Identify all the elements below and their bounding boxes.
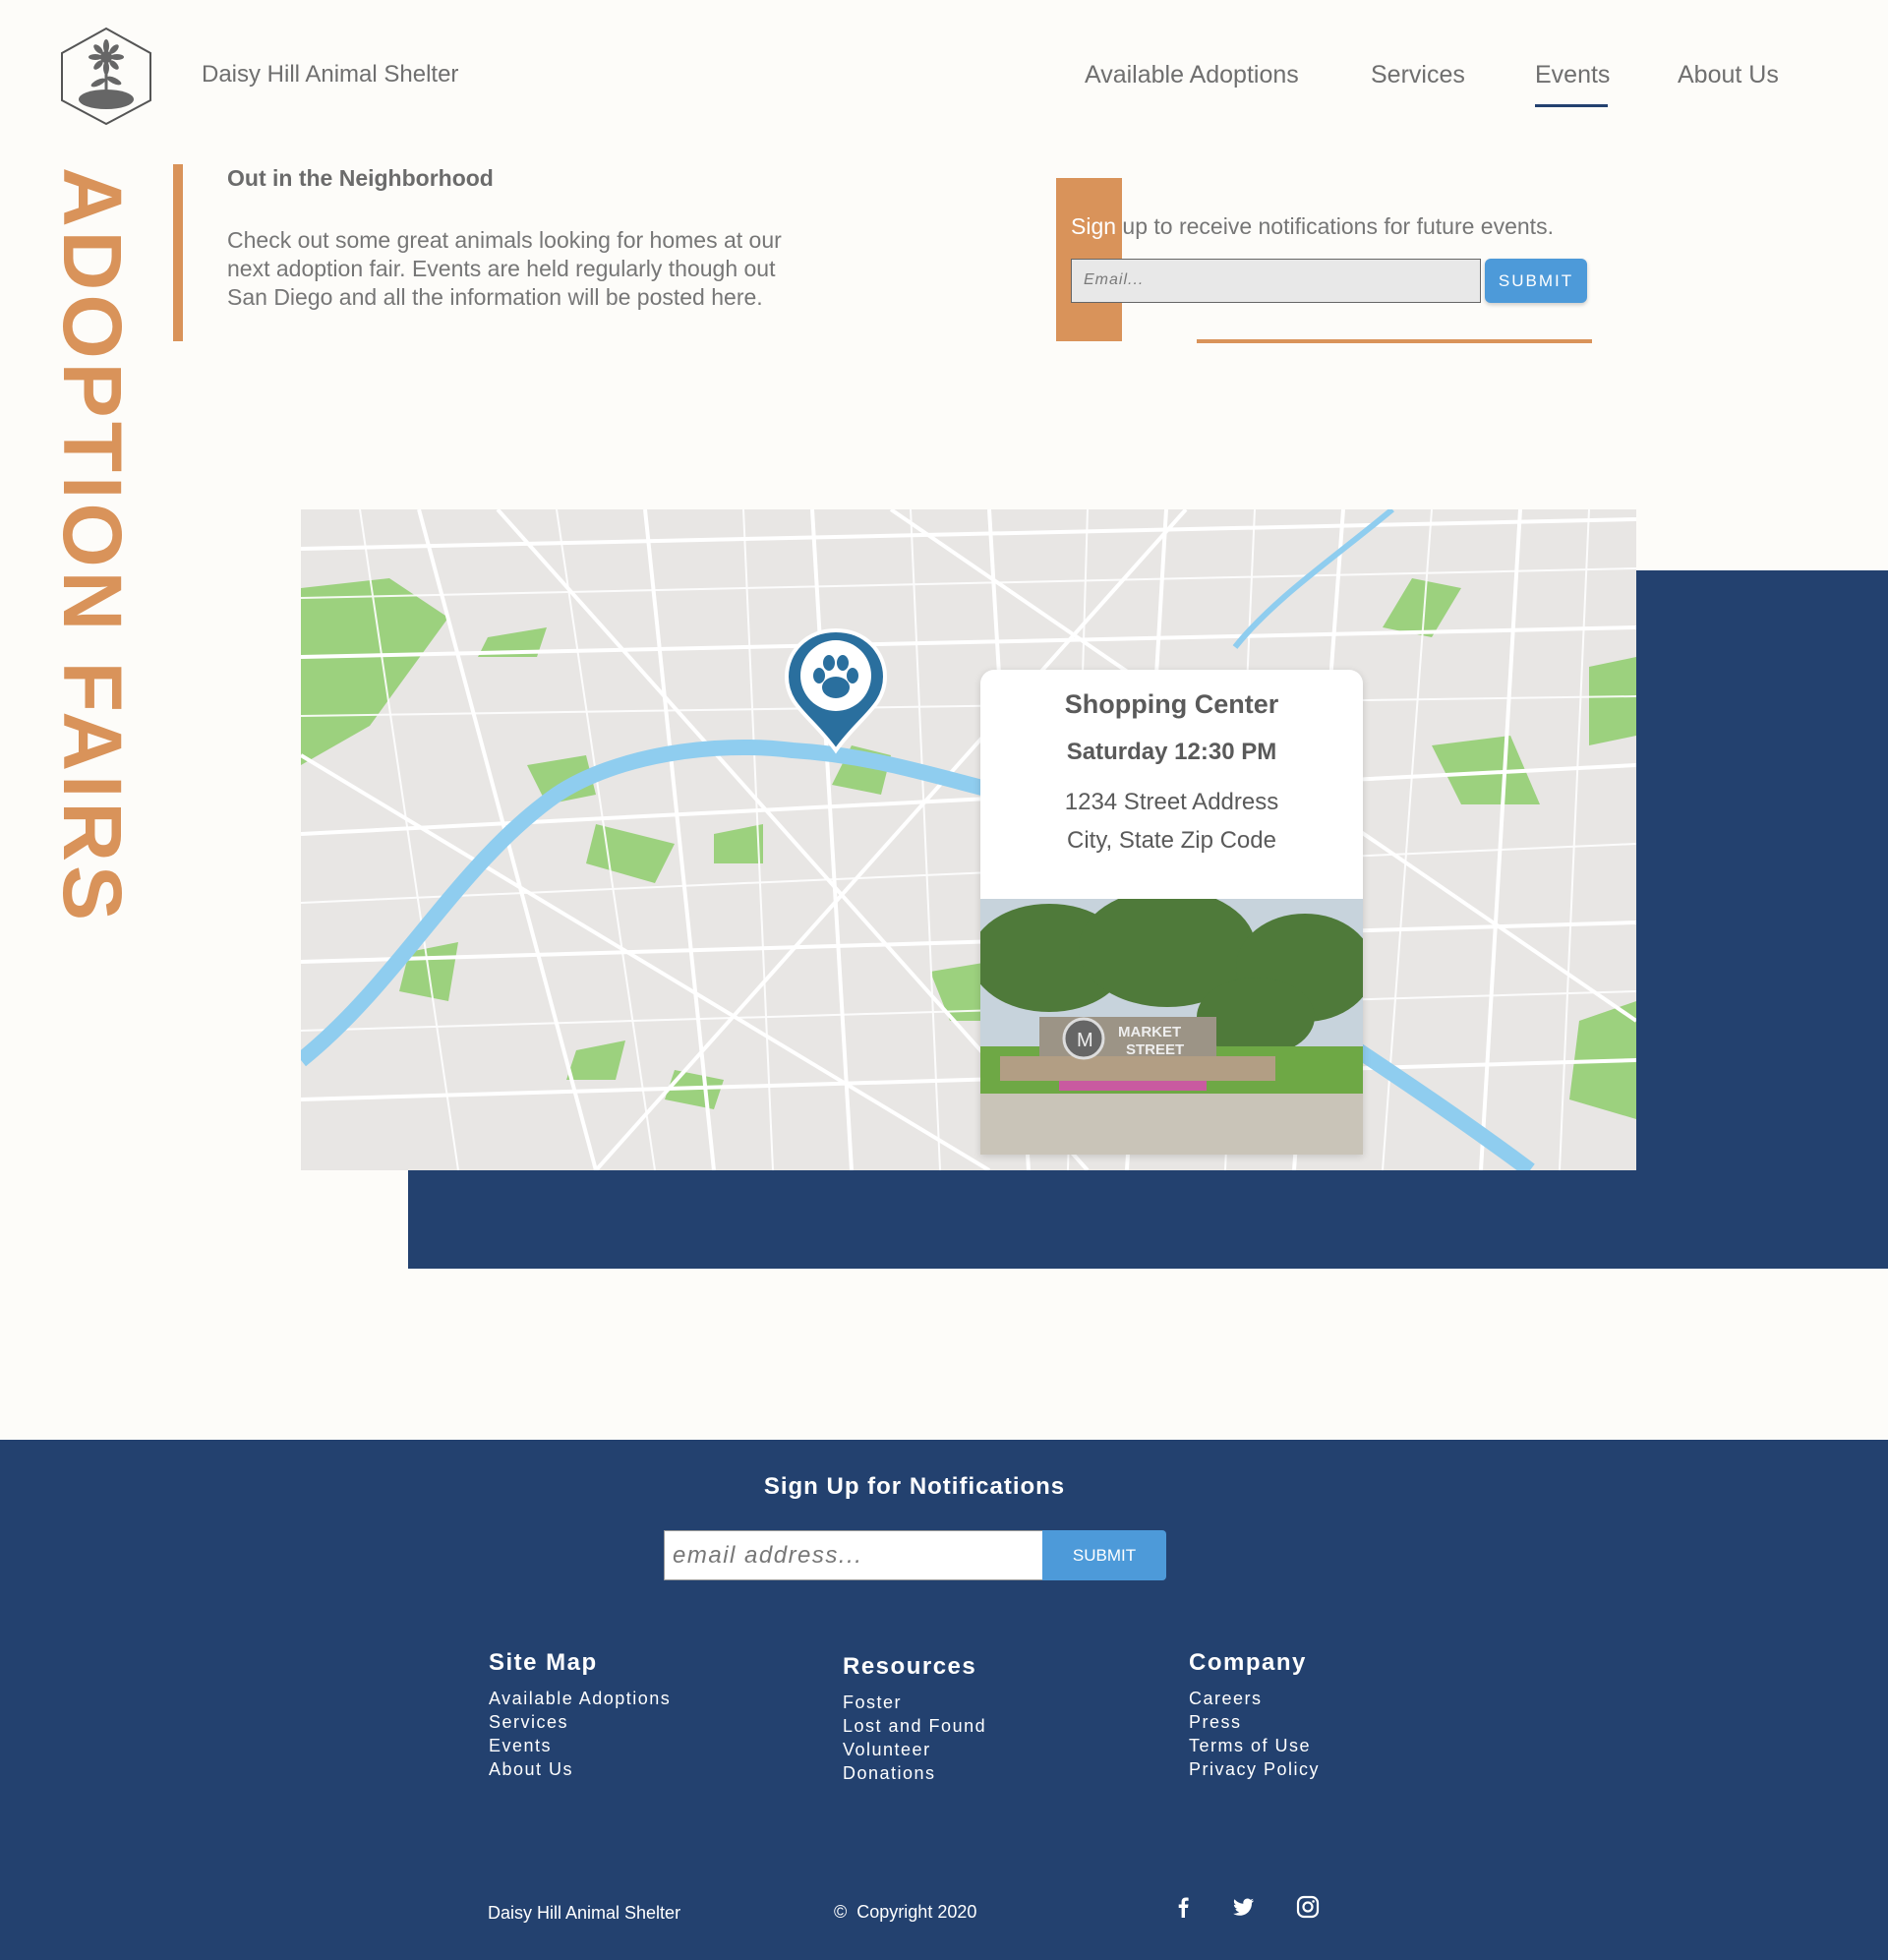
svg-text:M: M	[1077, 1030, 1093, 1051]
nav-about-us[interactable]: About Us	[1678, 61, 1779, 89]
signup-submit-button[interactable]: SUBMIT	[1485, 259, 1587, 303]
footer-link-terms-of-use[interactable]: Terms of Use	[1189, 1734, 1320, 1757]
footer-col-company: Company Careers Press Terms of Use Priva…	[1189, 1649, 1320, 1781]
footer-link-donations[interactable]: Donations	[843, 1761, 986, 1785]
signup-underline	[1197, 339, 1592, 343]
footer-email-input[interactable]: email address...	[664, 1530, 1043, 1580]
nav-events[interactable]: Events	[1535, 61, 1610, 89]
footer-link-privacy-policy[interactable]: Privacy Policy	[1189, 1757, 1320, 1781]
intro-text: Check out some great animals looking for…	[227, 227, 782, 310]
instagram-icon[interactable]	[1295, 1894, 1321, 1920]
footer-link-available-adoptions[interactable]: Available Adoptions	[489, 1687, 671, 1710]
brand-name[interactable]: Daisy Hill Animal Shelter	[202, 61, 458, 89]
footer-brand: Daisy Hill Animal Shelter	[488, 1903, 681, 1923]
nav-available-adoptions[interactable]: Available Adoptions	[1085, 61, 1299, 89]
footer-col-sitemap: Site Map Available Adoptions Services Ev…	[489, 1649, 671, 1781]
event-time: Saturday 12:30 PM	[1066, 739, 1277, 765]
signup-prompt: Sign up to receive notifications for fut…	[1071, 213, 1554, 239]
twitter-icon[interactable]	[1230, 1894, 1256, 1920]
svg-text:STREET: STREET	[1126, 1041, 1184, 1058]
shelter-logo[interactable]	[57, 26, 155, 126]
footer-link-press[interactable]: Press	[1189, 1710, 1320, 1734]
footer-link-foster[interactable]: Foster	[843, 1691, 986, 1714]
facebook-icon[interactable]	[1170, 1894, 1196, 1920]
nav-active-indicator	[1535, 104, 1608, 107]
footer-link-events[interactable]: Events	[489, 1734, 671, 1757]
svg-text:MARKET: MARKET	[1118, 1024, 1181, 1040]
event-address-line1: 1234 Street Address	[1064, 789, 1279, 815]
event-address-line2: City, State Zip Code	[1067, 827, 1276, 854]
footer-col-heading: Site Map	[489, 1649, 598, 1676]
footer-link-services[interactable]: Services	[489, 1710, 671, 1734]
footer-submit-button[interactable]: SUBMIT	[1042, 1530, 1166, 1580]
footer-link-about-us[interactable]: About Us	[489, 1757, 671, 1781]
event-location-photo: M MARKET STREET	[980, 889, 1363, 1155]
footer-col-heading: Company	[1189, 1649, 1307, 1676]
footer-signup-title: Sign Up for Notifications	[763, 1473, 1066, 1500]
event-card[interactable]: Shopping Center Saturday 12:30 PM 1234 S…	[980, 670, 1363, 1155]
signup-email-input[interactable]: Email...	[1071, 259, 1481, 303]
intro-title: Out in the Neighborhood	[227, 165, 494, 191]
accent-bar	[173, 164, 183, 341]
event-location-title: Shopping Center	[1064, 689, 1279, 719]
page-title-vertical: ADOPTION FAIRS	[46, 167, 139, 925]
footer-copyright: © Copyright 2020	[834, 1902, 977, 1922]
footer-link-lost-and-found[interactable]: Lost and Found	[843, 1714, 986, 1738]
nav-services[interactable]: Services	[1371, 61, 1465, 89]
footer-col-heading: Resources	[843, 1653, 977, 1680]
footer-link-careers[interactable]: Careers	[1189, 1687, 1320, 1710]
footer-link-volunteer[interactable]: Volunteer	[843, 1738, 986, 1761]
event-map[interactable]	[301, 509, 1636, 1170]
footer-col-resources: Resources Foster Lost and Found Voluntee…	[843, 1653, 986, 1785]
copyright-icon: ©	[834, 1902, 848, 1922]
